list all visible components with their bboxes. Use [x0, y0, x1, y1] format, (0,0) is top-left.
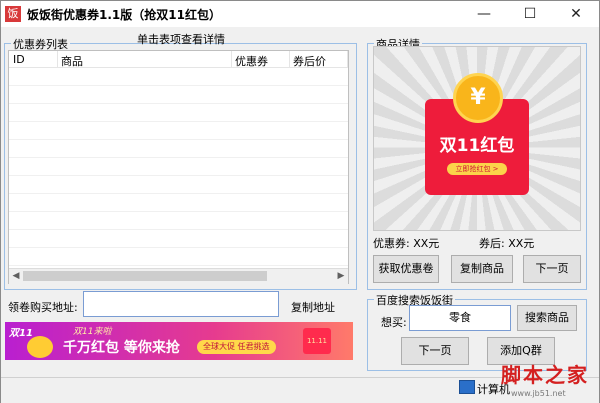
purchase-address-field[interactable] — [83, 291, 279, 317]
minimize-button[interactable]: — — [461, 1, 507, 27]
column-header-after-price[interactable]: 券后价 — [293, 53, 326, 69]
scroll-left-icon[interactable]: ◀ — [10, 270, 22, 282]
product-image: 最高可得 双11红包 立即抢红包 > ¥ — [373, 46, 581, 231]
envelope-button: 立即抢红包 > — [447, 163, 507, 175]
banner-pill: 全球大促 任君挑选 — [197, 340, 276, 354]
table-row[interactable] — [9, 104, 348, 122]
purchase-address-label: 领卷购买地址: — [8, 301, 78, 314]
after-price-label: 券后: XX元 — [479, 237, 535, 250]
table-row[interactable] — [9, 194, 348, 212]
copy-address-button[interactable]: 复制地址 — [291, 299, 335, 315]
banner-envelope-icon: 11.11 — [303, 328, 331, 354]
table-row[interactable] — [9, 140, 348, 158]
search-products-button[interactable]: 搜索商品 — [517, 305, 577, 331]
promo-banner[interactable]: 双11 双11来啦 千万红包 等你来抢 全球大促 任君挑选 11.11 — [5, 322, 353, 360]
watermark-url: www.jb51.net — [511, 389, 566, 398]
table-row[interactable] — [9, 68, 348, 86]
close-button[interactable]: ✕ — [553, 1, 599, 27]
banner-subtitle: 双11来啦 — [73, 327, 112, 337]
next-page-button[interactable]: 下一页 — [523, 255, 581, 283]
table-row[interactable] — [9, 122, 348, 140]
yuan-coin-icon: ¥ — [453, 73, 503, 123]
app-window: 饭 饭饭街优惠券1.1版（抢双11红包） — ☐ ✕ 优惠券列表 单击表项查看详… — [0, 0, 600, 403]
table-row[interactable] — [9, 212, 348, 230]
maximize-button[interactable]: ☐ — [507, 1, 553, 27]
horizontal-scrollbar[interactable]: ◀ ▶ — [9, 268, 348, 283]
window-title: 饭饭街优惠券1.1版（抢双11红包） — [27, 8, 221, 22]
coupon-list-table[interactable]: ID 商品 优惠券 券后价 ◀ ▶ — [8, 50, 349, 284]
app-icon: 饭 — [5, 6, 21, 22]
query-label: 想买: — [381, 316, 407, 329]
table-row[interactable] — [9, 86, 348, 104]
query-input[interactable]: 零食 — [409, 305, 511, 331]
column-header-coupon[interactable]: 优惠券 — [235, 53, 268, 69]
banner-logo: 双11 — [9, 328, 33, 339]
banner-main-text: 千万红包 等你来抢 — [63, 340, 180, 356]
search-next-page-button[interactable]: 下一页 — [401, 337, 469, 365]
envelope-title: 双11红包 — [439, 136, 515, 156]
title-bar: 饭 饭饭街优惠券1.1版（抢双11红包） — ☐ ✕ — [1, 1, 599, 27]
table-row[interactable] — [9, 176, 348, 194]
click-hint: 单击表项查看详情 — [137, 33, 225, 46]
get-coupon-button[interactable]: 获取优惠卷 — [373, 255, 439, 283]
table-row[interactable] — [9, 230, 348, 248]
scroll-thumb[interactable] — [23, 271, 267, 281]
watermark-text: 脚本之家 — [501, 363, 589, 387]
table-row[interactable] — [9, 248, 348, 266]
table-header: ID 商品 优惠券 券后价 — [9, 51, 348, 68]
table-row[interactable] — [9, 158, 348, 176]
copy-product-button[interactable]: 复制商品 — [451, 255, 513, 283]
scroll-right-icon[interactable]: ▶ — [335, 270, 347, 282]
computer-icon — [459, 380, 475, 394]
column-header-id[interactable]: ID — [13, 53, 25, 66]
column-header-product[interactable]: 商品 — [61, 53, 83, 69]
coin-icon — [27, 336, 53, 358]
coupon-value-label: 优惠券: XX元 — [373, 237, 440, 250]
